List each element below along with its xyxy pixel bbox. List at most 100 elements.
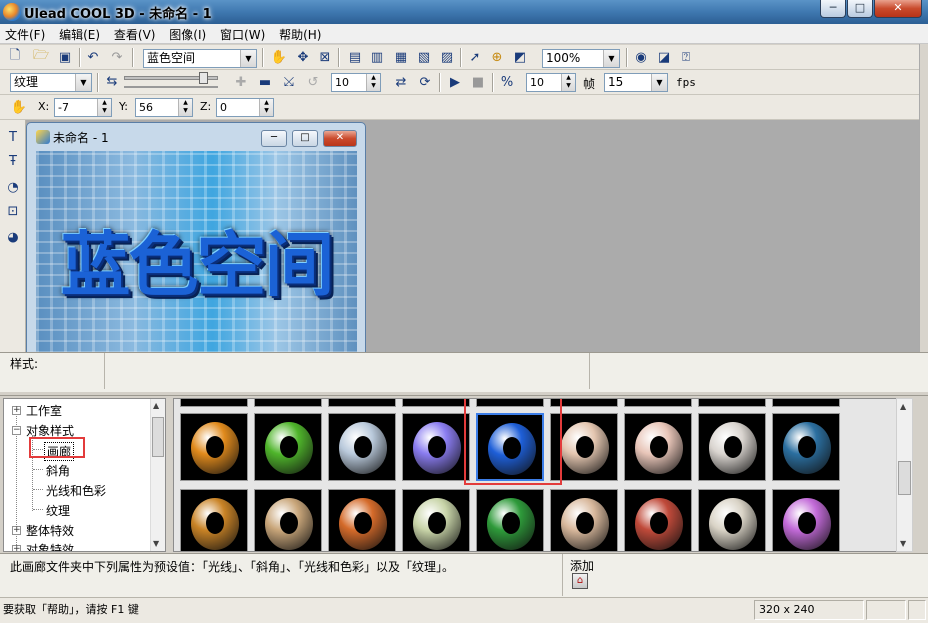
percent-icon[interactable]: % bbox=[498, 73, 516, 91]
save-icon[interactable]: ▣ bbox=[56, 48, 74, 66]
menu-view[interactable]: 查看(V) bbox=[109, 24, 161, 43]
doc-minimize-button[interactable]: ─ bbox=[261, 130, 287, 147]
gallery-thumbnail[interactable] bbox=[698, 399, 766, 407]
stop-icon[interactable]: ■ bbox=[469, 73, 487, 91]
gallery-thumbnail[interactable] bbox=[624, 399, 692, 407]
edit-text-icon[interactable]: Ŧ bbox=[4, 152, 22, 170]
spinner-arrows-icon[interactable]: ▲ ▼ bbox=[178, 99, 192, 116]
tree-item-texture[interactable]: 纹理 bbox=[46, 502, 70, 519]
gallery-thumbnail[interactable] bbox=[180, 399, 248, 407]
frame-count-field[interactable]: 10 ▲ ▼ bbox=[526, 73, 576, 92]
open-folder-icon[interactable]: 🗁 bbox=[32, 48, 50, 66]
chart-icon[interactable]: ◩ bbox=[511, 48, 529, 66]
chevron-down-icon[interactable]: ▼ bbox=[603, 50, 619, 67]
play-icon[interactable]: ▶ bbox=[446, 73, 464, 91]
export-image-icon[interactable]: ◪ bbox=[655, 48, 673, 66]
spinner-arrows-icon[interactable]: ▲ ▼ bbox=[561, 74, 575, 91]
view-back-icon[interactable]: ▧ bbox=[415, 48, 433, 66]
gallery-thumbnail[interactable] bbox=[550, 489, 618, 551]
panel-splitter[interactable] bbox=[0, 392, 928, 396]
expand-icon[interactable]: + bbox=[12, 406, 21, 415]
add-frame-icon[interactable]: ✚ bbox=[232, 73, 250, 91]
rotate-object-icon[interactable]: ✥ bbox=[294, 48, 312, 66]
gallery-thumbnail[interactable] bbox=[180, 489, 248, 551]
insert-shape-icon[interactable]: ◔ bbox=[4, 178, 22, 196]
expand-icon[interactable]: + bbox=[12, 526, 21, 535]
tree-item-studio[interactable]: 工作室 bbox=[26, 402, 62, 419]
maximize-button[interactable]: □ bbox=[847, 0, 873, 18]
insert-text-icon[interactable]: T bbox=[4, 128, 22, 146]
gallery-thumbnail[interactable] bbox=[328, 489, 396, 551]
menu-window[interactable]: 窗口(W) bbox=[215, 24, 270, 43]
scroll-down-icon[interactable]: ▼ bbox=[900, 539, 906, 548]
fps-combo[interactable]: 15 ▼ bbox=[604, 73, 668, 92]
reverse-icon[interactable]: ↺ bbox=[304, 73, 322, 91]
spin-field-a[interactable]: 10 ▲ ▼ bbox=[331, 73, 381, 92]
x-field[interactable]: -7 ▲ ▼ bbox=[54, 98, 112, 117]
gallery-thumbnail[interactable] bbox=[624, 413, 692, 481]
hand-move-icon[interactable]: ✋ bbox=[270, 48, 288, 66]
gallery-thumbnail[interactable] bbox=[772, 399, 840, 407]
globe-icon[interactable]: ⊕ bbox=[488, 48, 506, 66]
preview-canvas[interactable]: 蓝色空间 bbox=[36, 151, 357, 353]
gallery-thumbnail[interactable] bbox=[180, 413, 248, 481]
menu-image[interactable]: 图像(I) bbox=[164, 24, 211, 43]
zoom-combo[interactable]: 100% ▼ bbox=[542, 49, 620, 68]
chevron-down-icon[interactable]: ▼ bbox=[240, 50, 256, 67]
context-help-icon[interactable]: ⍰ bbox=[677, 48, 695, 66]
hand-position-icon[interactable]: ✋ bbox=[10, 98, 28, 116]
spinner-arrows-icon[interactable]: ▲ ▼ bbox=[366, 74, 380, 91]
view-side-icon[interactable]: ▦ bbox=[392, 48, 410, 66]
spinner-arrows-icon[interactable]: ▲ ▼ bbox=[259, 99, 273, 116]
scroll-down-icon[interactable]: ▼ bbox=[153, 539, 159, 548]
gallery-thumbnail[interactable] bbox=[254, 489, 322, 551]
menu-file[interactable]: 文件(F) bbox=[0, 24, 50, 43]
web-export-icon[interactable]: ◉ bbox=[632, 48, 650, 66]
split-frame-icon[interactable]: ⤩ bbox=[280, 73, 298, 91]
y-field[interactable]: 56 ▲ ▼ bbox=[135, 98, 193, 117]
close-button[interactable]: ✕ bbox=[874, 0, 922, 18]
scroll-up-icon[interactable]: ▲ bbox=[153, 401, 159, 410]
tree-item-global-fx[interactable]: 整体特效 bbox=[26, 522, 74, 539]
gallery-thumbnail[interactable] bbox=[772, 489, 840, 551]
tree-item-bevel[interactable]: 斜角 bbox=[46, 462, 70, 479]
gallery-thumbnail[interactable] bbox=[402, 413, 470, 481]
gallery-thumbnail[interactable] bbox=[402, 399, 470, 407]
undo-icon[interactable]: ↶ bbox=[84, 48, 102, 66]
gallery-scrollbar[interactable]: ▲ ▼ bbox=[896, 398, 913, 552]
tree-item-light-color[interactable]: 光线和色彩 bbox=[46, 482, 106, 499]
doc-maximize-button[interactable]: □ bbox=[292, 130, 318, 147]
gallery-scroll-thumb[interactable] bbox=[898, 461, 911, 495]
gallery-thumbnail[interactable] bbox=[698, 413, 766, 481]
chevron-down-icon[interactable]: ▼ bbox=[75, 74, 91, 91]
insert-geometry-icon[interactable]: ◕ bbox=[4, 228, 22, 246]
slider-thumb[interactable] bbox=[199, 72, 208, 84]
gallery-thumbnail[interactable] bbox=[254, 413, 322, 481]
tree-scrollbar[interactable]: ▲ ▼ bbox=[150, 399, 165, 551]
gallery-thumbnail[interactable] bbox=[624, 489, 692, 551]
spinner-arrows-icon[interactable]: ▲ ▼ bbox=[97, 99, 111, 116]
scroll-up-icon[interactable]: ▲ bbox=[900, 402, 906, 411]
gallery-thumbnail[interactable] bbox=[328, 399, 396, 407]
doc-close-button[interactable]: ✕ bbox=[323, 130, 357, 147]
tree-item-object-fx[interactable]: 对象特效 bbox=[26, 541, 74, 551]
loop-icon[interactable]: ⇄ bbox=[392, 73, 410, 91]
resize-object-icon[interactable]: ⊠ bbox=[316, 48, 334, 66]
menu-help[interactable]: 帮助(H) bbox=[274, 24, 326, 43]
new-file-icon[interactable]: 🗋 bbox=[6, 48, 24, 66]
minimize-button[interactable]: ─ bbox=[820, 0, 846, 18]
collapse-icon[interactable]: − bbox=[12, 426, 21, 435]
view-front-icon[interactable]: ▤ bbox=[346, 48, 364, 66]
remove-frame-icon[interactable]: ▬ bbox=[256, 73, 274, 91]
gallery-thumbnail[interactable] bbox=[328, 413, 396, 481]
expand-icon[interactable]: + bbox=[12, 545, 21, 551]
refresh-icon[interactable]: ⟳ bbox=[416, 73, 434, 91]
select-object-icon[interactable]: ⊡ bbox=[4, 202, 22, 220]
gallery-thumbnail[interactable] bbox=[698, 489, 766, 551]
view-bottom-icon[interactable]: ▨ bbox=[438, 48, 456, 66]
pointer-icon[interactable]: ➚ bbox=[466, 48, 484, 66]
gallery-thumbnail[interactable] bbox=[772, 413, 840, 481]
text-combo[interactable]: 蓝色空间 ▼ bbox=[143, 49, 257, 68]
tree-scroll-thumb[interactable] bbox=[152, 417, 164, 457]
attribute-combo[interactable]: 纹理 ▼ bbox=[10, 73, 92, 92]
